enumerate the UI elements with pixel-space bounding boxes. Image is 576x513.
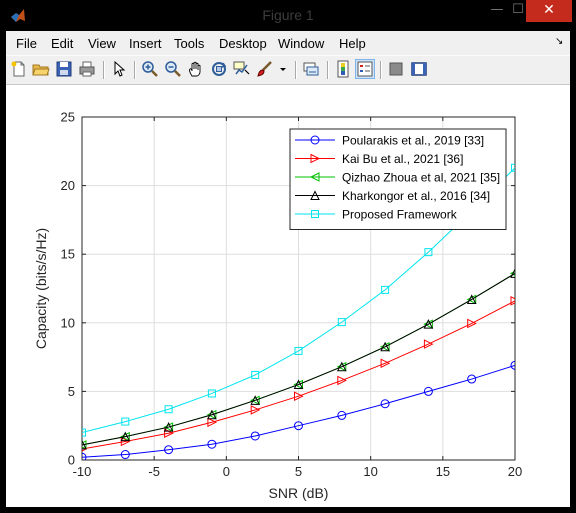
show-plot-tools-icon[interactable] <box>410 60 428 78</box>
legend-entry-label: Qizhao Zhoua et al, 2021 [35] <box>342 171 500 185</box>
y-tick-label: 20 <box>61 178 75 193</box>
title-bar[interactable]: Figure 1 — ☐ ✕ <box>0 0 576 31</box>
data-cursor-icon[interactable] <box>233 60 251 78</box>
menu-tools[interactable]: Tools <box>174 36 204 51</box>
x-tick-label: 15 <box>436 464 450 479</box>
close-button[interactable]: ✕ <box>526 0 572 22</box>
y-tick-label: 5 <box>68 384 75 399</box>
window-client-area: File Edit View Insert Tools Desktop Wind… <box>6 31 570 507</box>
menu-edit[interactable]: Edit <box>51 36 73 51</box>
menu-help[interactable]: Help <box>339 36 366 51</box>
y-tick-label: 0 <box>68 453 75 468</box>
toolbar-separator <box>134 61 136 79</box>
save-icon[interactable] <box>55 60 73 78</box>
y-axis-label: Capacity (bits/s/Hz) <box>33 228 49 349</box>
figure-toolbar <box>6 55 570 85</box>
pan-icon[interactable] <box>187 60 205 78</box>
toolbar-separator <box>380 61 382 79</box>
x-tick-label: 20 <box>508 464 522 479</box>
brush-dropdown-icon[interactable] <box>278 60 288 78</box>
menu-window[interactable]: Window <box>278 36 324 51</box>
brush-icon[interactable] <box>256 60 274 78</box>
legend[interactable]: Poularakis et al., 2019 [33] Kai Bu et al… <box>289 128 507 230</box>
menu-view[interactable]: View <box>88 36 116 51</box>
new-figure-icon[interactable] <box>10 60 28 78</box>
y-tick-label: 10 <box>61 315 75 330</box>
open-file-icon[interactable] <box>32 60 50 78</box>
legend-icon[interactable] <box>355 59 375 79</box>
x-tick-label: 10 <box>363 464 377 479</box>
toolbar-separator <box>103 61 105 79</box>
rotate-3d-icon[interactable] <box>210 60 228 78</box>
menu-bar: File Edit View Insert Tools Desktop Wind… <box>6 31 570 55</box>
x-tick-label: -5 <box>148 464 160 479</box>
x-tick-label: 5 <box>295 464 302 479</box>
hide-plot-tools-icon[interactable] <box>387 60 405 78</box>
x-axis-label: SNR (dB) <box>269 485 329 501</box>
x-tick-label: -10 <box>73 464 92 479</box>
toolbar-separator <box>327 61 329 79</box>
pointer-icon[interactable] <box>110 60 128 78</box>
menu-desktop[interactable]: Desktop <box>219 36 267 51</box>
link-plot-icon[interactable] <box>302 60 320 78</box>
menubar-dock-arrow-icon[interactable]: ↘ <box>555 36 563 47</box>
figure-window: Figure 1 — ☐ ✕ File Edit View Insert Too… <box>0 0 576 513</box>
legend-entry-label: Poularakis et al., 2019 [33] <box>342 134 484 148</box>
figure-canvas[interactable]: -10 -5 0 5 10 15 20 0 5 10 15 20 25 SNR (dB) Capacit… <box>6 85 570 507</box>
zoom-out-icon[interactable] <box>164 60 182 78</box>
y-tick-label: 25 <box>61 110 75 125</box>
legend-entry-label: Kai Bu et al., 2021 [36] <box>342 152 463 166</box>
x-tick-label: 0 <box>223 464 230 479</box>
legend-entry-label: Kharkongor et al., 2016 [34] <box>342 189 490 203</box>
toolbar-separator <box>295 61 297 79</box>
zoom-in-icon[interactable] <box>141 60 159 78</box>
line-chart: -10 -5 0 5 10 15 20 0 5 10 15 20 25 SNR (dB) Capacit… <box>33 110 522 502</box>
menu-file[interactable]: File <box>16 36 37 51</box>
y-tick-label: 15 <box>61 247 75 262</box>
legend-entry-label: Proposed Framework <box>342 208 458 222</box>
menu-insert[interactable]: Insert <box>129 36 162 51</box>
print-icon[interactable] <box>78 60 96 78</box>
colorbar-icon[interactable] <box>334 60 352 78</box>
